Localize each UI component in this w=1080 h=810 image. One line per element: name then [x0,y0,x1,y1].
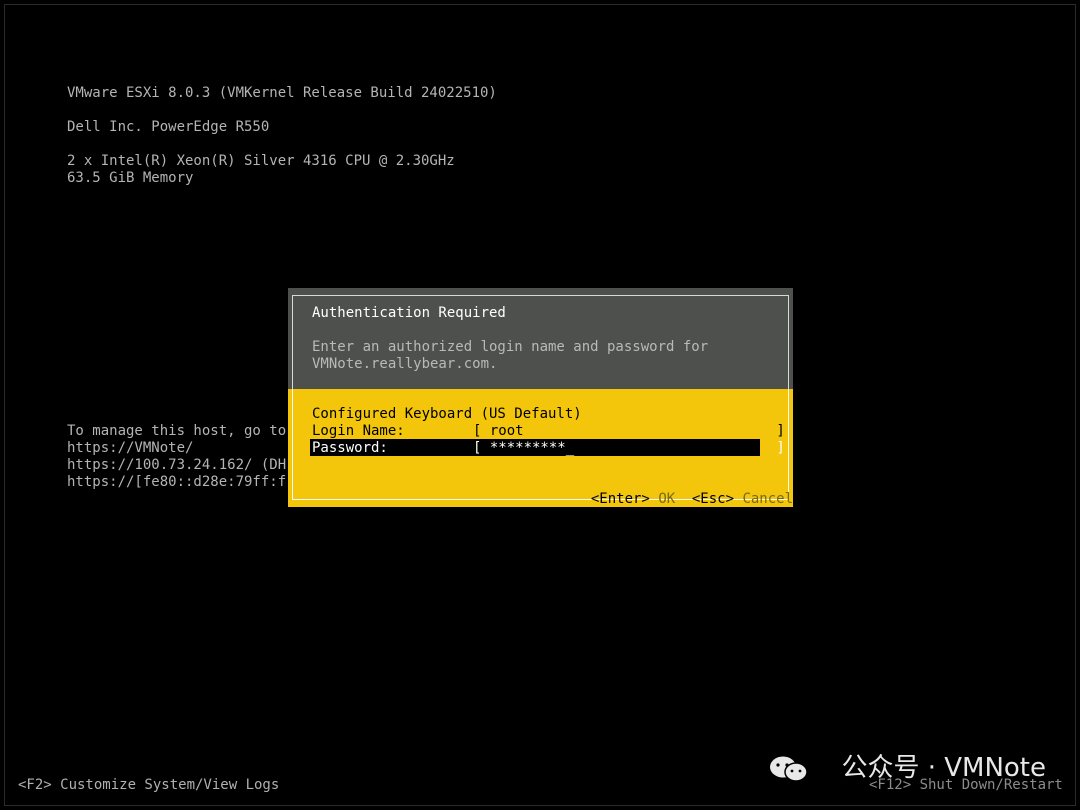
dialog-message-line1: Enter an authorized login name and passw… [312,339,709,355]
hardware-model: Dell Inc. PowerEdge R550 [67,119,270,135]
cancel-action[interactable]: <Esc> Cancel [675,474,793,508]
wechat-icon [770,756,808,782]
login-name-label: Login Name: [312,423,405,439]
ok-action[interactable]: <Enter> OK [574,474,675,508]
manage-url-ipv4: https://100.73.24.162/ (DH [67,457,287,473]
cpu-info: 2 x Intel(R) Xeon(R) Silver 4316 CPU @ 2… [67,153,455,169]
login-name-input[interactable]: [ root ] [473,423,785,440]
ok-label: OK [658,491,676,507]
dialog-title: Authentication Required [312,305,506,321]
customize-system-hint[interactable]: <F2> Customize System/View Logs [18,777,279,794]
watermark-text: 公众号 · VMNote [841,753,1046,783]
manage-url-hostname: https://VMNote/ [67,440,194,456]
esxi-version: VMware ESXi 8.0.3 (VMKernel Release Buil… [67,85,497,101]
keyboard-layout-label: Configured Keyboard (US Default) [312,406,582,422]
cancel-label: Cancel [742,491,794,507]
password-label: Password: [312,440,388,456]
esc-key-hint: <Esc> [691,491,735,507]
memory-info: 63.5 GiB Memory [67,170,194,186]
password-input[interactable]: [ *********_ ] [473,440,785,457]
manage-url-ipv6: https://[fe80::d28e:79ff:f [67,474,287,490]
manage-host-text: To manage this host, go to [67,423,287,439]
dialog-message-line2: VMNote.reallybear.com. [312,356,498,372]
enter-key-hint: <Enter> [590,491,650,507]
